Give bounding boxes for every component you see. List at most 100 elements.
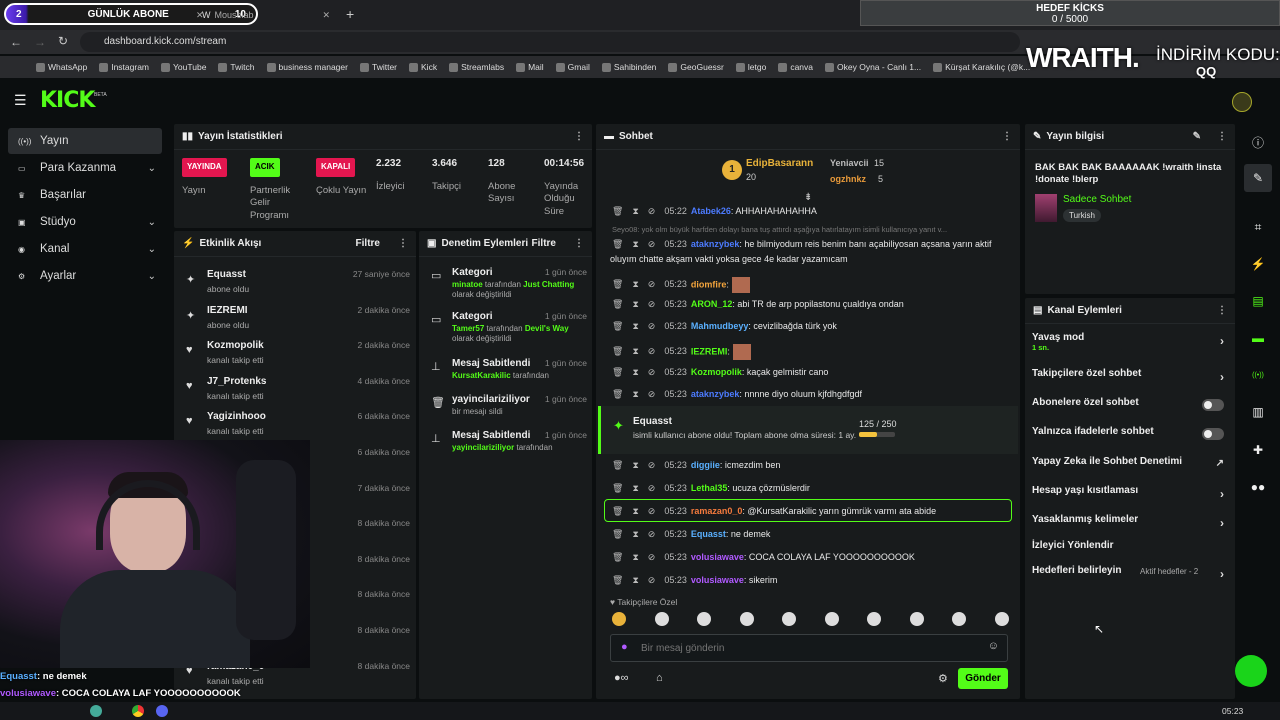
chat-username[interactable]: diggiie <box>691 460 720 470</box>
emoji-icon[interactable]: ☺ <box>988 640 999 652</box>
chevron-right-icon[interactable]: › <box>1220 567 1224 581</box>
bookmark-item[interactable]: Streamlabs <box>449 62 504 72</box>
menu-icon[interactable]: ☰ <box>14 92 27 109</box>
trash-icon[interactable]: 🗑 <box>612 279 623 289</box>
trash-icon[interactable]: 🗑 <box>612 389 623 399</box>
chat-username[interactable]: Kozmopolik <box>691 367 742 377</box>
bookmark-item[interactable]: business manager <box>266 62 348 72</box>
sidebar-item-3[interactable]: ▣ Stüdyo ⌄ <box>8 209 162 235</box>
ban-icon[interactable]: ⊘ <box>648 529 656 539</box>
chat-username[interactable]: Atabek26 <box>691 206 731 216</box>
emote-icon[interactable] <box>952 612 966 626</box>
bookmark-item[interactable]: Kürşat Karakılıç (@k... <box>933 62 1030 72</box>
chevron-right-icon[interactable]: › <box>1220 487 1224 501</box>
toggle-switch[interactable] <box>1202 399 1224 411</box>
chat-bubble-icon[interactable]: ▬ <box>1244 324 1272 352</box>
sidebar-item-1[interactable]: ▭ Para Kazanma ⌄ <box>8 155 162 181</box>
ban-icon[interactable]: ⊘ <box>648 483 656 493</box>
send-button[interactable]: Gönder <box>958 668 1008 689</box>
chat-message-field[interactable] <box>641 639 971 657</box>
ban-icon[interactable]: ⊘ <box>648 299 656 309</box>
info-icon[interactable]: ⓘ <box>1244 128 1272 156</box>
chat-username[interactable]: Lethal35 <box>691 483 728 493</box>
trash-icon[interactable]: 🗑 <box>612 552 623 562</box>
users-icon[interactable]: ●● <box>1244 473 1272 501</box>
green-status-circle[interactable] <box>1235 655 1267 687</box>
trash-icon[interactable]: 🗑 <box>612 206 623 216</box>
channel-action-item[interactable]: Yasaklanmış kelimeler › <box>1032 514 1228 536</box>
timeout-icon[interactable]: ⧗ <box>632 367 638 377</box>
chat-username[interactable]: IEZREMI <box>691 346 728 356</box>
emote-icon[interactable] <box>612 612 626 626</box>
channel-action-item[interactable]: İzleyici Yönlendir <box>1032 540 1228 562</box>
trash-icon[interactable]: 🗑 <box>612 346 623 356</box>
emote-icon[interactable] <box>867 612 881 626</box>
scroll-down-icon[interactable]: ⇟ <box>804 192 812 203</box>
timeout-icon[interactable]: ⧗ <box>632 206 638 216</box>
timeout-icon[interactable]: ⧗ <box>632 321 638 331</box>
chevron-right-icon[interactable]: › <box>1220 334 1224 348</box>
chat-username[interactable]: ataknzybek <box>691 239 740 249</box>
sidebar-item-4[interactable]: ◉ Kanal ⌄ <box>8 236 162 262</box>
emote-icon[interactable] <box>739 612 754 626</box>
ban-icon[interactable]: ⊘ <box>648 321 656 331</box>
ban-icon[interactable]: ⊘ <box>648 552 656 562</box>
trash-icon[interactable]: 🗑 <box>612 367 623 377</box>
trash-icon[interactable]: 🗑 <box>612 321 623 331</box>
bookmark-item[interactable]: Gmail <box>555 62 590 72</box>
channel-action-item[interactable]: Yalnızca ifadelerle sohbet <box>1032 426 1228 448</box>
forward-icon[interactable]: → <box>34 35 46 49</box>
bookmark-item[interactable]: YouTube <box>161 62 206 72</box>
sidebar-item-2[interactable]: ♛ Başarılar <box>8 182 162 208</box>
activity-filter-button[interactable]: Filtre <box>356 238 380 249</box>
mod-more-icon[interactable]: ⋮ <box>574 238 584 249</box>
timeout-icon[interactable]: ⧗ <box>632 346 638 356</box>
ban-icon[interactable]: ⊘ <box>648 206 656 216</box>
bookmark-item[interactable]: Sahibinden <box>601 62 656 72</box>
trash-icon[interactable]: 🗑 <box>612 299 623 309</box>
timeout-icon[interactable]: ⧗ <box>632 239 638 249</box>
chevron-down-icon[interactable]: ⌄ <box>148 163 156 174</box>
channel-more-icon[interactable]: ⋮ <box>1217 305 1227 316</box>
trash-icon[interactable]: 🗑 <box>612 460 623 470</box>
emote-icon[interactable] <box>697 612 711 626</box>
document-icon[interactable]: ▤ <box>1244 287 1272 315</box>
url-field[interactable]: dashboard.kick.com/stream <box>80 32 1020 52</box>
timeout-icon[interactable]: ⧗ <box>632 299 638 309</box>
info-more-icon[interactable]: ⋮ <box>1217 131 1227 142</box>
ban-icon[interactable]: ⊘ <box>648 575 656 585</box>
timeout-icon[interactable]: ⧗ <box>632 460 638 470</box>
browser-tab-2[interactable]: W Mouselab ✕ <box>196 3 336 27</box>
trash-icon[interactable]: 🗑 <box>612 529 623 539</box>
bookmark-item[interactable]: Twitch <box>218 62 255 72</box>
sidebar-item-5[interactable]: ⚙ Ayarlar ⌄ <box>8 263 162 289</box>
emote-icon[interactable] <box>782 612 796 626</box>
chevron-down-icon[interactable]: ⌄ <box>148 244 156 255</box>
channel-action-item[interactable]: Yavaş mod 1 sn. › <box>1032 332 1228 354</box>
chevron-down-icon[interactable]: ⌄ <box>148 271 156 282</box>
tab-close-icon[interactable]: ✕ <box>322 10 330 21</box>
edit-icon[interactable]: ✎ <box>1244 164 1272 192</box>
external-link-icon[interactable]: ↗ <box>1216 458 1224 469</box>
new-tab-icon[interactable]: + <box>346 6 354 22</box>
reload-icon[interactable]: ↻ <box>58 34 68 48</box>
bookmark-item[interactable]: Twitter <box>359 62 397 72</box>
wrench-icon[interactable]: ✚ <box>1244 436 1272 464</box>
chat-username[interactable]: diomfire <box>691 279 727 289</box>
channel-action-item[interactable]: Yapay Zeka ile Sohbet Denetimi ↗ <box>1032 456 1228 478</box>
bookmark-item[interactable]: canva <box>778 62 813 72</box>
trash-icon[interactable]: 🗑 <box>612 239 623 249</box>
timeout-icon[interactable]: ⧗ <box>632 575 638 585</box>
chat-more-icon[interactable]: ⋮ <box>1002 131 1012 142</box>
stats-more-icon[interactable]: ⋮ <box>574 131 584 142</box>
channel-action-item[interactable]: Abonelere özel sohbet <box>1032 397 1228 419</box>
chevron-down-icon[interactable]: ⌄ <box>148 217 156 228</box>
bookmark-item[interactable]: Kick <box>409 62 437 72</box>
chat-store-icon[interactable]: ⌂ <box>656 672 663 684</box>
chat-username[interactable]: ARON_12 <box>691 299 733 309</box>
ban-icon[interactable]: ⊘ <box>648 460 656 470</box>
category-name[interactable]: Sadece Sohbet <box>1063 194 1131 205</box>
chat-username[interactable]: volusiawave <box>691 552 744 562</box>
chat-username[interactable]: ataknzybek <box>691 389 740 399</box>
ban-icon[interactable]: ⊘ <box>648 239 656 249</box>
